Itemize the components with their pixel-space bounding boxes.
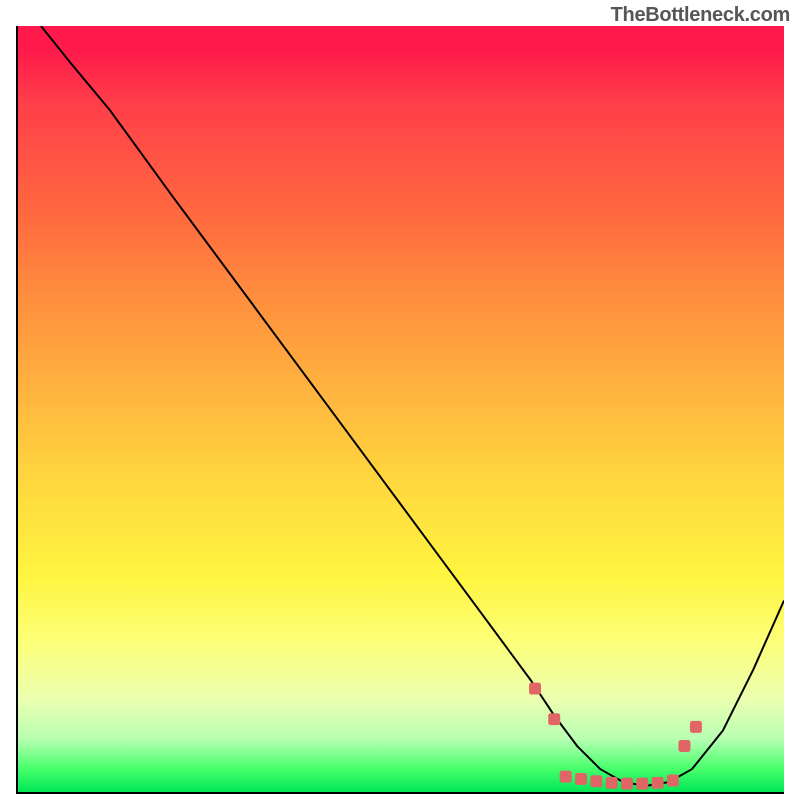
- bottleneck-curve: [41, 26, 784, 786]
- optimal-range-markers: [529, 683, 702, 790]
- marker-point: [667, 775, 679, 787]
- marker-point: [621, 778, 633, 790]
- marker-point: [652, 777, 664, 789]
- marker-point: [529, 683, 541, 695]
- marker-point: [636, 778, 648, 790]
- marker-point: [575, 773, 587, 785]
- plot-frame: [16, 26, 784, 794]
- attribution-label: TheBottleneck.com: [611, 4, 790, 27]
- plot-svg: [18, 26, 784, 792]
- marker-point: [590, 775, 602, 787]
- chart-wrapper: TheBottleneck.com: [0, 0, 800, 800]
- marker-point: [690, 721, 702, 733]
- marker-point: [606, 777, 618, 789]
- marker-point: [560, 771, 572, 783]
- marker-point: [548, 713, 560, 725]
- marker-point: [678, 740, 690, 752]
